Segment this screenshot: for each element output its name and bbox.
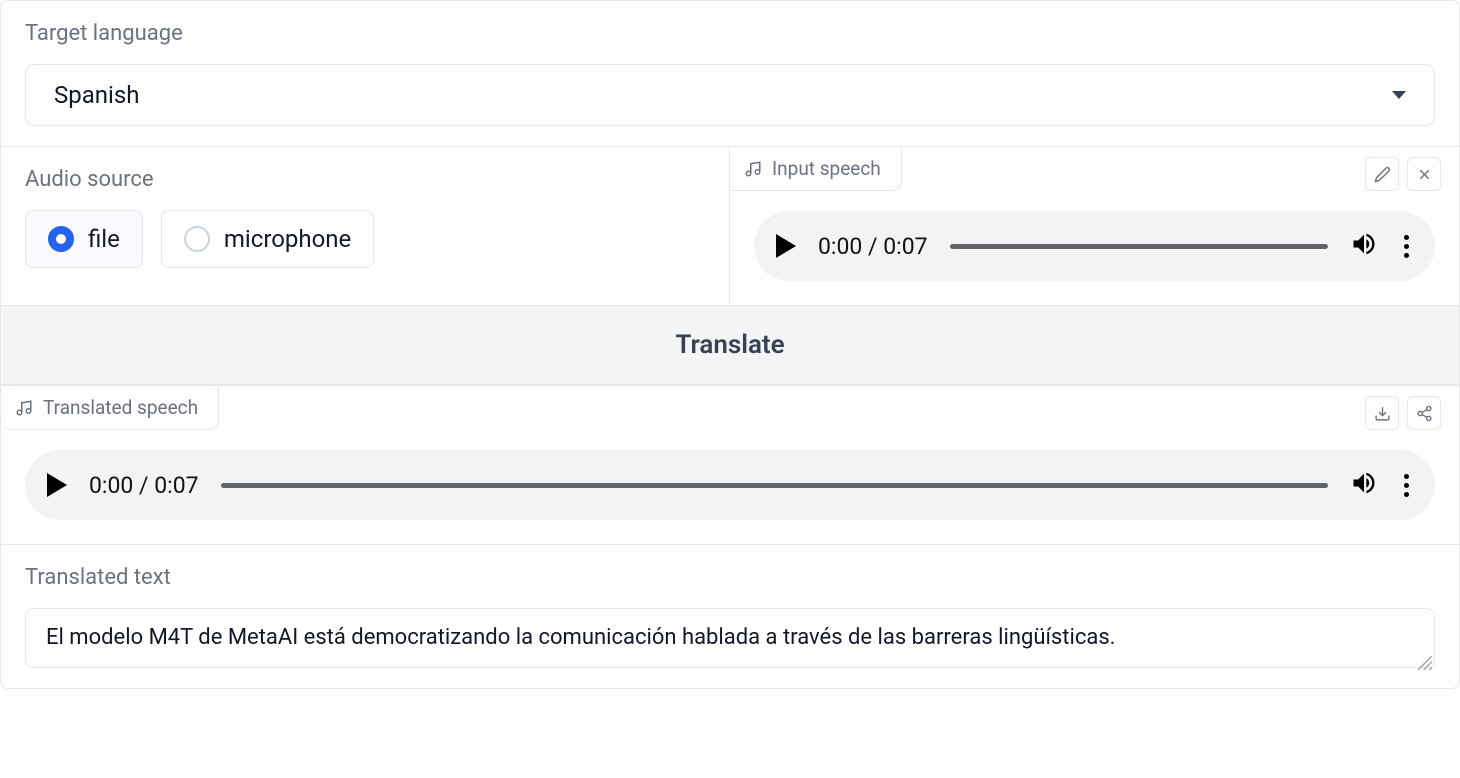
input-speech-tab: Input speech <box>730 147 902 191</box>
volume-icon <box>1350 469 1378 497</box>
audio-source-section: Audio source file microphone <box>1 147 730 305</box>
more-button[interactable] <box>1400 474 1413 497</box>
target-language-dropdown[interactable]: Spanish <box>25 64 1435 126</box>
input-speech-label: Input speech <box>772 157 881 180</box>
resize-handle-icon[interactable] <box>1418 651 1432 665</box>
translated-text-output[interactable]: El modelo M4T de MetaAI está democratiza… <box>25 608 1435 668</box>
translated-speech-tab: Translated speech <box>1 386 219 430</box>
share-button[interactable] <box>1407 396 1441 430</box>
play-button[interactable] <box>47 473 67 497</box>
dot-icon <box>1404 474 1409 479</box>
music-icon <box>15 399 33 417</box>
translate-button[interactable]: Translate <box>1 305 1459 385</box>
volume-button[interactable] <box>1350 469 1378 501</box>
input-speech-section: Input speech 0:00 / 0:07 <box>730 147 1459 305</box>
translated-text-value: El modelo M4T de MetaAI está democratiza… <box>46 625 1115 650</box>
download-icon <box>1374 405 1391 422</box>
audio-source-label: Audio source <box>25 167 705 192</box>
target-language-value: Spanish <box>54 81 139 109</box>
share-icon <box>1416 405 1433 422</box>
edit-button[interactable] <box>1365 157 1399 191</box>
more-button[interactable] <box>1400 235 1413 258</box>
output-audio-time: 0:00 / 0:07 <box>89 472 199 499</box>
dot-icon <box>1404 492 1409 497</box>
volume-button[interactable] <box>1350 230 1378 262</box>
audio-source-radio-group: file microphone <box>25 210 705 268</box>
translate-button-label: Translate <box>675 330 784 360</box>
play-button[interactable] <box>776 234 796 258</box>
pencil-icon <box>1374 166 1391 183</box>
volume-icon <box>1350 230 1378 258</box>
music-icon <box>744 160 762 178</box>
radio-file-label: file <box>88 225 120 253</box>
input-audio-time: 0:00 / 0:07 <box>818 233 928 260</box>
dot-icon <box>1404 244 1409 249</box>
radio-microphone-label: microphone <box>224 225 351 253</box>
output-audio-player: 0:00 / 0:07 <box>25 450 1435 520</box>
dot-icon <box>1404 253 1409 258</box>
close-icon <box>1416 166 1433 183</box>
input-speech-actions <box>1365 157 1441 191</box>
radio-indicator-icon <box>48 226 74 252</box>
radio-file[interactable]: file <box>25 210 143 268</box>
translated-speech-actions <box>1365 396 1441 430</box>
download-button[interactable] <box>1365 396 1399 430</box>
input-audio-player: 0:00 / 0:07 <box>754 211 1435 281</box>
clear-button[interactable] <box>1407 157 1441 191</box>
translated-speech-section: Translated speech 0:00 / 0:07 <box>1 385 1459 544</box>
app-container: Target language Spanish Audio source fil… <box>0 0 1460 689</box>
target-language-section: Target language Spanish <box>1 1 1459 146</box>
translated-speech-label: Translated speech <box>43 396 198 419</box>
radio-indicator-icon <box>184 226 210 252</box>
input-audio-progress[interactable] <box>950 244 1328 249</box>
translated-text-section: Translated text El modelo M4T de MetaAI … <box>1 544 1459 688</box>
translated-text-label: Translated text <box>25 565 1435 590</box>
radio-microphone[interactable]: microphone <box>161 210 374 268</box>
target-language-label: Target language <box>25 21 1435 46</box>
dot-icon <box>1404 483 1409 488</box>
chevron-down-icon <box>1392 91 1406 99</box>
dot-icon <box>1404 235 1409 240</box>
input-row: Audio source file microphone Input speec… <box>1 146 1459 305</box>
output-audio-progress[interactable] <box>221 483 1328 488</box>
